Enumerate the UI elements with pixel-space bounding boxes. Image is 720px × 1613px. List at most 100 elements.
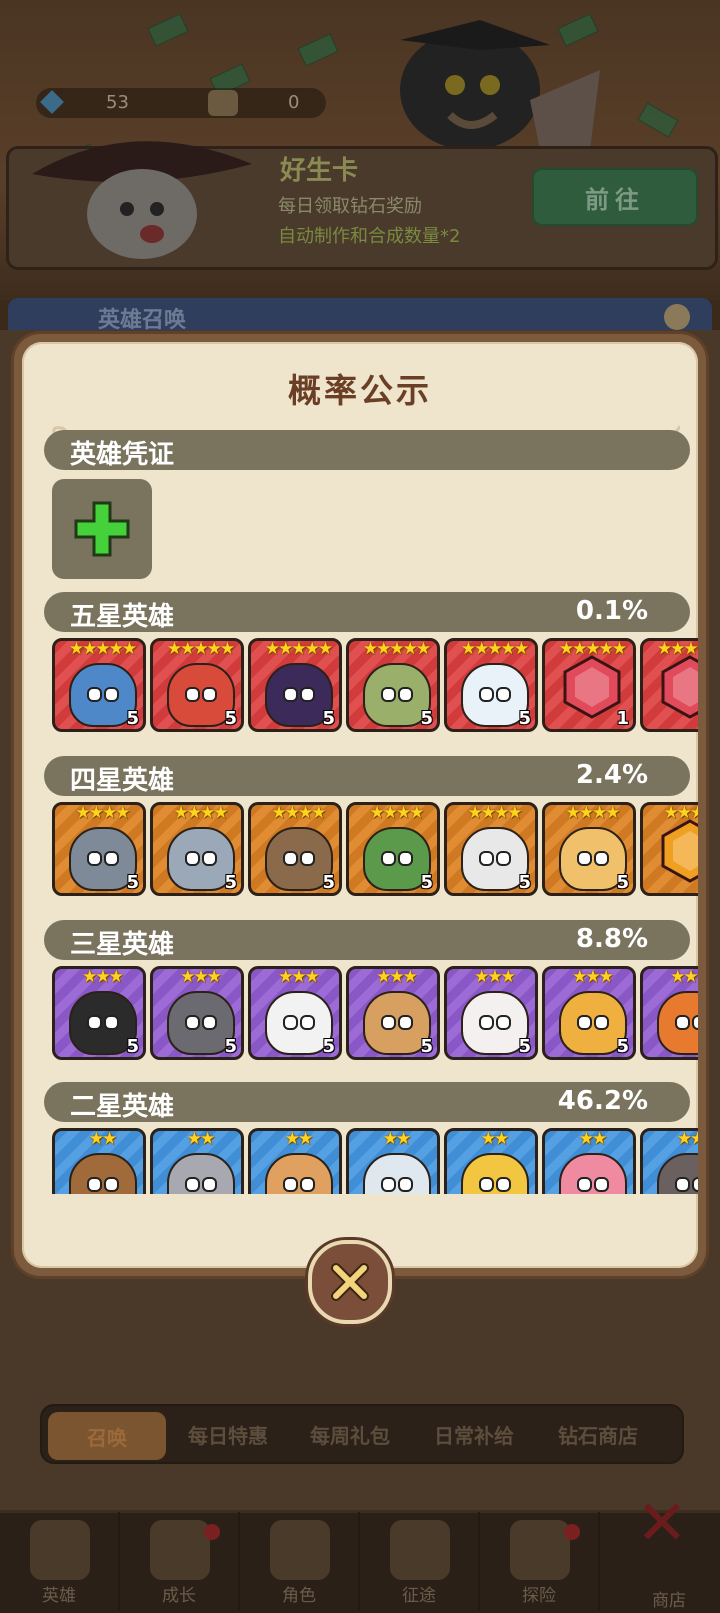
probability-dialog: 概率公示 英雄凭证 五星英雄 0.1% ★★★★★ 5 ★★★★★ 5 ★★★★★ 5 ★★★★… (14, 334, 706, 1276)
hero-card[interactable]: ★★★★ 5 (542, 802, 636, 896)
horse-icon (69, 1153, 137, 1194)
hero-card[interactable]: ★★★ 5 (542, 966, 636, 1060)
section-label: 二星英雄 (70, 1092, 175, 1122)
hero-count: 5 (322, 872, 335, 893)
section-r3: 三星英雄 8.8% (44, 920, 690, 960)
rarity-stars: ★★★ (376, 967, 418, 987)
ticket-icon (208, 90, 238, 116)
hero-card[interactable]: ★★ (640, 1128, 698, 1194)
hero-count: 5 (224, 1036, 237, 1057)
ticket-count: 0 (288, 92, 300, 113)
rarity-stars: ★★ (284, 1129, 313, 1149)
hero-count: 5 (126, 708, 139, 729)
nav-shop-label[interactable]: 商店 (652, 1586, 686, 1611)
hero-count: 5 (224, 708, 237, 729)
hero-card[interactable]: ★★★★ 5 (52, 802, 146, 896)
hero-card[interactable]: ★★★★★ 5 (52, 638, 146, 732)
seal-icon (363, 1153, 431, 1194)
rarity-stars: ★★★★★ (460, 639, 529, 659)
tab-diamond-shop[interactable]: 钻石商店 (558, 1420, 638, 1449)
banner-title: 好生卡 (280, 156, 359, 186)
hero-icon (30, 1520, 90, 1580)
dialog-panel: 概率公示 英雄凭证 五星英雄 0.1% ★★★★★ 5 ★★★★★ 5 ★★★★★ 5 ★★★★… (22, 342, 698, 1268)
add-voucher-button[interactable] (52, 479, 152, 579)
hero-card[interactable]: ★★★★★ (640, 638, 698, 732)
close-dialog-button[interactable] (308, 1240, 392, 1324)
hero-card[interactable]: ★★ (444, 1128, 538, 1194)
rarity-stars: ★★★★★ (656, 639, 698, 659)
rarity-stars: ★★ (480, 1129, 509, 1149)
rarity-stars: ★★★ (180, 967, 222, 987)
hero-card[interactable]: ★★★★★ 5 (444, 638, 538, 732)
rarity-stars: ★★ (88, 1129, 117, 1149)
hero-card[interactable]: ★★★★ (640, 802, 698, 896)
hero-card[interactable]: ★★★ 5 (150, 966, 244, 1060)
rarity-stars: ★★★★★ (362, 639, 431, 659)
mascot-cat-character (400, 20, 600, 150)
nav-character-label: 角色 (282, 1586, 316, 1606)
go-button[interactable]: 前往 (532, 168, 698, 226)
hero-count: 1 (616, 708, 629, 729)
nav-explore-label: 探险 (522, 1586, 556, 1606)
hero-card[interactable]: ★★★★★ 1 (542, 638, 636, 732)
hero-card[interactable]: ★★★ 5 (444, 966, 538, 1060)
tab-summon[interactable]: 召唤 (48, 1412, 166, 1460)
nav-growth-label: 成长 (162, 1586, 196, 1606)
nav-journey[interactable]: 征途 (360, 1512, 480, 1610)
banner-description-1: 每日领取钻石奖励 (278, 196, 422, 217)
hero-card[interactable]: ★★★★ 5 (444, 802, 538, 896)
hero-card[interactable]: ★★ (150, 1128, 244, 1194)
hero-card[interactable]: ★★★ 5 (346, 966, 440, 1060)
rarity-stars: ★★★ (82, 967, 124, 987)
hero-card[interactable]: ★★★ (640, 966, 698, 1060)
nav-explore[interactable]: 探险 (480, 1512, 600, 1610)
section-label: 五星英雄 (70, 602, 175, 632)
section-hero-voucher: 英雄凭证 (44, 430, 690, 470)
rarity-stars: ★★ (578, 1129, 607, 1149)
hero-card[interactable]: ★★★ 5 (248, 966, 342, 1060)
nav-character[interactable]: 角色 (240, 1512, 360, 1610)
tab-daily-supply[interactable]: 日常补给 (434, 1420, 514, 1449)
section-r2: 二星英雄 46.2% (44, 1082, 690, 1122)
hero-card[interactable]: ★★★★★ 5 (346, 638, 440, 732)
hero-count: 5 (518, 872, 531, 893)
rarity-stars: ★★ (186, 1129, 215, 1149)
hero-card[interactable]: ★★★★★ 5 (248, 638, 342, 732)
rarity-stars: ★★★★ (271, 803, 327, 823)
hero-card[interactable]: ★★★★★ 5 (150, 638, 244, 732)
crossed-swords-icon (390, 1520, 450, 1580)
hero-count: 5 (126, 872, 139, 893)
hero-card[interactable]: ★★ (346, 1128, 440, 1194)
notification-dot (204, 1524, 220, 1540)
hero-card[interactable]: ★★★ 5 (52, 966, 146, 1060)
nav-heroes[interactable]: 英雄 (0, 1512, 120, 1610)
hamster-icon (265, 1153, 333, 1194)
hero-card[interactable]: ★★ (542, 1128, 636, 1194)
tab-daily-deals[interactable]: 每日特惠 (188, 1420, 268, 1449)
plus-icon (74, 501, 130, 557)
nav-journey-label: 征途 (402, 1586, 436, 1606)
section-r5: 五星英雄 0.1% (44, 592, 690, 632)
nav-growth[interactable]: 成长 (120, 1512, 240, 1610)
axolotl-icon (559, 1153, 627, 1194)
hero-card[interactable]: ★★ (52, 1128, 146, 1194)
hero-card[interactable]: ★★★★ 5 (248, 802, 342, 896)
hero-count: 5 (616, 872, 629, 893)
nav-heroes-label: 英雄 (42, 1586, 76, 1606)
rarity-stars: ★★★ (474, 967, 516, 987)
close-icon[interactable]: ✕ (636, 1492, 688, 1554)
rarity-stars: ★★★★★ (264, 639, 333, 659)
pirate-cat-character (32, 141, 252, 259)
help-icon[interactable] (664, 304, 690, 330)
growth-icon (150, 1520, 210, 1580)
hero-card[interactable]: ★★ (248, 1128, 342, 1194)
banner-description-2: 自动制作和合成数量*2 (278, 226, 461, 247)
hero-count: 5 (126, 1036, 139, 1057)
tab-weekly-packs[interactable]: 每周礼包 (310, 1420, 390, 1449)
rarity-stars: ★★★★★ (558, 639, 627, 659)
section-probability: 8.8% (575, 924, 648, 954)
hero-count: 5 (518, 708, 531, 729)
section-label: 英雄凭证 (70, 440, 175, 470)
hero-card[interactable]: ★★★★ 5 (346, 802, 440, 896)
hero-card[interactable]: ★★★★ 5 (150, 802, 244, 896)
